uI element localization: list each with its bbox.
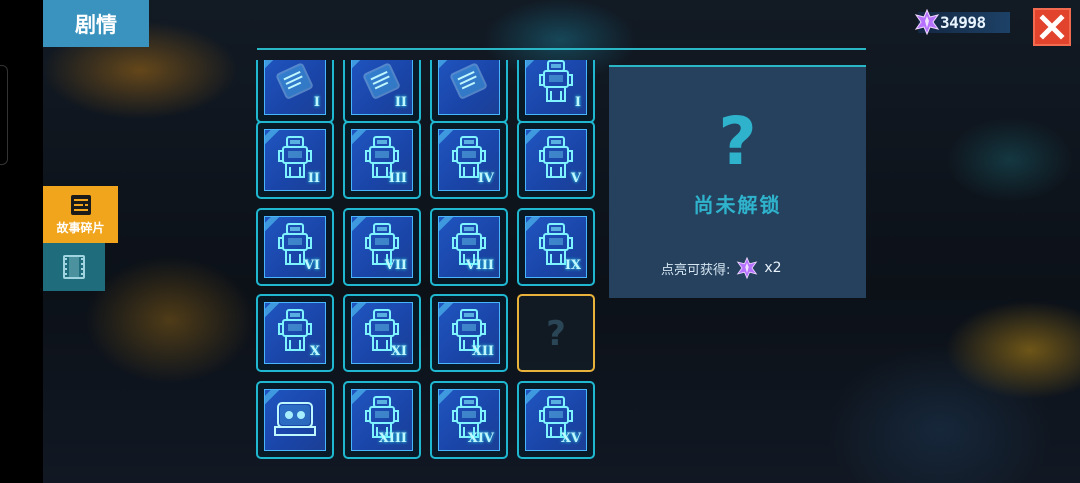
story-fragment-slot[interactable]: II <box>256 121 334 199</box>
reward-label: 点亮可获得: <box>661 262 731 278</box>
tab-story-fragments-label: 故事碎片 <box>56 220 105 235</box>
fragment-number: VI <box>303 258 320 273</box>
robot-icon <box>276 307 314 359</box>
notch <box>0 65 8 165</box>
page-title: 剧情 <box>75 12 117 37</box>
story-fragment-slot[interactable]: VI <box>256 208 334 286</box>
fragment-card: I <box>525 60 587 115</box>
fragment-number: IV <box>477 171 494 186</box>
close-x-icon <box>1039 14 1065 40</box>
fragment-number: II <box>394 95 407 110</box>
currency-counter: 34998 <box>914 9 1010 35</box>
story-fragment-grid: I II I II III IV V VI VII VIII IX X XI XII? XIII XIV XV <box>256 60 598 462</box>
header-divider <box>257 48 866 50</box>
story-fragment-slot[interactable]: III <box>343 121 421 199</box>
locked-status-text: 尚未解锁 <box>693 193 782 217</box>
story-fragment-slot[interactable]: II <box>343 60 421 123</box>
tablet-icon <box>272 62 318 106</box>
reward-row: 点亮可获得: x2 <box>661 257 782 279</box>
fragment-card: IX <box>525 216 587 278</box>
machine-icon <box>272 397 318 443</box>
fragment-number: I <box>313 95 320 110</box>
fragment-number: VII <box>384 258 407 273</box>
fragment-card <box>438 60 500 115</box>
locked-question-icon: ? <box>546 314 566 354</box>
fragment-card: II <box>264 129 326 191</box>
tab-story-fragments[interactable]: 故事碎片 <box>43 186 118 243</box>
fragment-number: XI <box>390 344 407 359</box>
fragment-card: VII <box>351 216 413 278</box>
fragment-card: VIII <box>438 216 500 278</box>
robot-icon <box>537 60 575 110</box>
fragment-card: XV <box>525 389 587 451</box>
fragment-number: V <box>570 171 581 186</box>
story-fragment-slot[interactable]: IX <box>517 208 595 286</box>
fragment-card: XIV <box>438 389 500 451</box>
story-fragment-slot[interactable]: IV <box>430 121 508 199</box>
story-fragment-slot[interactable]: XII <box>430 294 508 372</box>
story-fragment-slot[interactable]: XV <box>517 381 595 459</box>
story-fragments-icon <box>70 194 91 215</box>
fragment-card: I <box>264 60 326 115</box>
story-fragment-slot[interactable]: XIII <box>343 381 421 459</box>
fragment-card: XII <box>438 302 500 364</box>
story-fragment-slot[interactable]: XIV <box>430 381 508 459</box>
fragment-card: X <box>264 302 326 364</box>
fragment-card: V <box>525 129 587 191</box>
currency-amount: 34998 <box>940 13 986 32</box>
story-fragment-slot[interactable]: XI <box>343 294 421 372</box>
fragment-number: IX <box>564 258 581 273</box>
tab-film[interactable] <box>43 243 105 291</box>
fragment-card: III <box>351 129 413 191</box>
story-fragment-slot[interactable]: I <box>256 60 334 123</box>
purple-star-gem-icon <box>914 9 940 35</box>
story-fragment-slot[interactable]: VIII <box>430 208 508 286</box>
screen-edge <box>0 0 43 483</box>
robot-icon <box>537 134 575 186</box>
reward-count: x2 <box>764 260 782 276</box>
story-fragment-slot[interactable]: I <box>517 60 595 123</box>
story-fragment-slot[interactable]: VII <box>343 208 421 286</box>
story-fragment-slot[interactable]: V <box>517 121 595 199</box>
fragment-card <box>264 389 326 451</box>
fragment-number: VIII <box>465 258 494 273</box>
fragment-card: II <box>351 60 413 115</box>
fragment-number: III <box>388 171 407 186</box>
fragment-number: XIII <box>378 431 407 446</box>
fragment-number: XII <box>471 344 494 359</box>
fragment-number: X <box>309 344 320 359</box>
fragment-card: XIII <box>351 389 413 451</box>
fragment-card: XI <box>351 302 413 364</box>
fragment-number: XIV <box>467 431 494 446</box>
locked-fragment-slot[interactable]: ? <box>517 294 595 372</box>
fragment-card: VI <box>264 216 326 278</box>
purple-star-gem-icon <box>737 257 758 279</box>
page-title-tab: 剧情 <box>43 0 149 47</box>
fragment-number: XV <box>560 431 581 446</box>
story-fragment-slot[interactable] <box>430 60 508 123</box>
story-fragment-slot[interactable] <box>256 381 334 459</box>
close-button[interactable] <box>1033 8 1071 46</box>
fragment-number: II <box>307 171 320 186</box>
fragment-card: IV <box>438 129 500 191</box>
fragment-detail-panel: ? 尚未解锁 点亮可获得: x2 <box>609 67 866 298</box>
tablet-icon <box>446 62 492 106</box>
film-icon <box>63 255 85 279</box>
unknown-fragment-symbol: ? <box>718 103 757 180</box>
fragment-number: I <box>574 95 581 110</box>
story-fragment-slot[interactable]: X <box>256 294 334 372</box>
